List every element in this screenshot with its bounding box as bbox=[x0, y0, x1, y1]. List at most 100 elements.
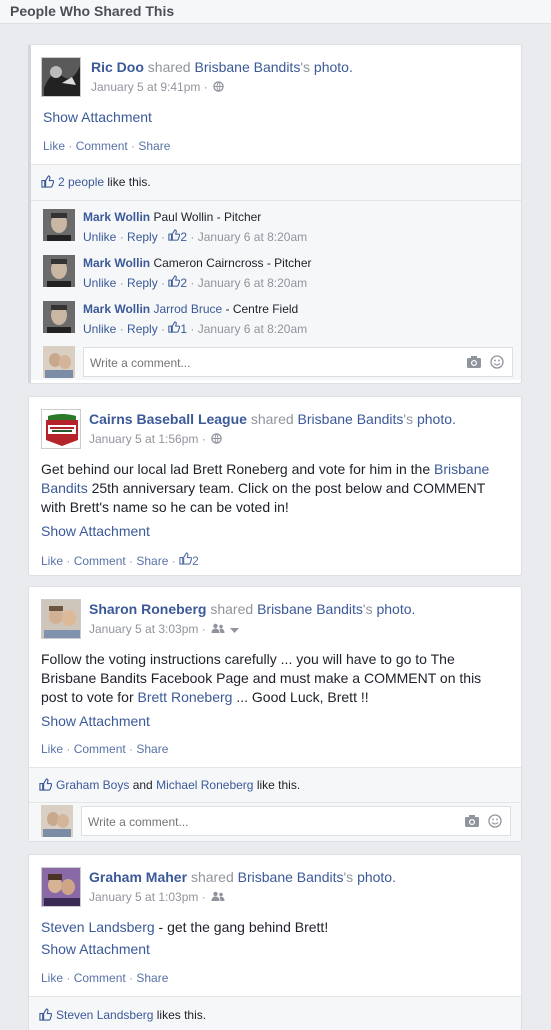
avatar[interactable] bbox=[41, 867, 81, 907]
like-button[interactable]: Like bbox=[43, 139, 65, 153]
share-button[interactable]: Share bbox=[136, 971, 168, 985]
reply-button[interactable]: Reply bbox=[127, 322, 158, 336]
comment-timestamp[interactable]: January 6 at 8:20am bbox=[198, 276, 307, 290]
avatar[interactable] bbox=[41, 599, 81, 639]
comment-likes-link[interactable]: 2 bbox=[168, 229, 187, 244]
likes-bar: Graham Boys and Michael Roneberg like th… bbox=[29, 767, 521, 841]
emoji-icon[interactable] bbox=[490, 355, 504, 372]
post-actions: Like · Comment · Share bbox=[43, 139, 171, 153]
comment-likes-count: 1 bbox=[180, 322, 188, 336]
comment-button[interactable]: Comment bbox=[76, 139, 128, 153]
author-link[interactable]: Graham Maher bbox=[89, 869, 187, 885]
avatar[interactable] bbox=[43, 301, 75, 333]
source-page-link[interactable]: Brisbane Bandits bbox=[238, 869, 344, 885]
comment-likes-link[interactable]: 2 bbox=[168, 275, 187, 290]
like-button[interactable]: Like bbox=[41, 554, 63, 568]
friends-icon[interactable] bbox=[211, 891, 225, 905]
source-page-link[interactable]: Brisbane Bandits bbox=[298, 411, 404, 427]
commenter-link[interactable]: Mark Wollin bbox=[83, 302, 150, 316]
comment-button[interactable]: Comment bbox=[74, 971, 126, 985]
comment-text: Cameron Cairncross - Pitcher bbox=[153, 256, 312, 270]
comment-composer[interactable] bbox=[81, 806, 511, 836]
author-link[interactable]: Cairns Baseball League bbox=[89, 411, 247, 427]
post-actions: Like · Comment · Share · 2 bbox=[41, 552, 199, 568]
comment-timestamp[interactable]: January 6 at 8:20am bbox=[198, 322, 307, 336]
post-text: Get behind our local lad Brett Roneberg … bbox=[41, 461, 435, 477]
like-button[interactable]: Like bbox=[41, 742, 63, 756]
comment-likes-link[interactable]: 1 bbox=[168, 321, 188, 336]
comment-input[interactable] bbox=[88, 813, 448, 831]
likes-suffix: like this. bbox=[256, 778, 301, 793]
show-attachment-link[interactable]: Show Attachment bbox=[41, 713, 150, 729]
mention-link[interactable]: Brett Roneberg bbox=[138, 689, 233, 705]
unlike-button[interactable]: Unlike bbox=[83, 322, 116, 336]
show-attachment-link[interactable]: Show Attachment bbox=[41, 523, 150, 539]
post-card: Sharon Roneberg shared Brisbane Bandits'… bbox=[28, 586, 522, 842]
globe-icon[interactable] bbox=[211, 433, 222, 447]
source-page-link[interactable]: Brisbane Bandits bbox=[257, 601, 363, 617]
avatar[interactable] bbox=[41, 409, 81, 449]
unlike-button[interactable]: Unlike bbox=[83, 276, 116, 290]
comment-item: Mark Wollin Cameron Cairncross - Pitcher… bbox=[31, 255, 521, 295]
likes-suffix: like this. bbox=[107, 175, 151, 190]
comment-actions: Unlike · Reply · 1 · January 6 at 8:20am bbox=[83, 321, 308, 336]
liker-link[interactable]: Graham Boys bbox=[56, 778, 129, 792]
avatar[interactable] bbox=[41, 57, 81, 97]
unlike-button[interactable]: Unlike bbox=[83, 230, 116, 244]
post-meta: January 5 at 1:56pm · bbox=[89, 432, 222, 447]
comment-button[interactable]: Comment bbox=[74, 554, 126, 568]
comment-composer[interactable] bbox=[83, 347, 513, 377]
camera-icon[interactable] bbox=[464, 814, 480, 831]
post-body: Steven Landsberg - get the gang behind B… bbox=[41, 918, 511, 937]
photo-link[interactable]: photo. bbox=[376, 601, 415, 617]
post-header: Graham Maher shared Brisbane Bandits's p… bbox=[89, 868, 396, 886]
share-button[interactable]: Share bbox=[138, 139, 170, 153]
photo-link[interactable]: photo. bbox=[314, 59, 353, 75]
like-button[interactable]: Like bbox=[41, 971, 63, 985]
avatar bbox=[41, 805, 73, 837]
globe-icon[interactable] bbox=[213, 81, 224, 95]
liker-link[interactable]: Steven Landsberg bbox=[56, 1008, 153, 1022]
liker-link[interactable]: Michael Roneberg bbox=[156, 778, 253, 792]
thumbs-up-icon bbox=[39, 1008, 53, 1024]
comment-timestamp[interactable]: January 6 at 8:20am bbox=[198, 230, 307, 244]
avatar bbox=[43, 346, 75, 378]
timestamp-link[interactable]: January 5 at 1:56pm bbox=[89, 432, 198, 446]
post-card: Ric Doo shared Brisbane Bandits's photo.… bbox=[28, 44, 522, 384]
emoji-icon[interactable] bbox=[488, 814, 502, 831]
comment-text: Paul Wollin - Pitcher bbox=[153, 210, 262, 224]
avatar[interactable] bbox=[43, 209, 75, 241]
timestamp-link[interactable]: January 5 at 1:03pm bbox=[89, 890, 198, 904]
likers-count-link[interactable]: 2 people bbox=[58, 175, 104, 189]
friends-icon[interactable] bbox=[211, 623, 225, 637]
author-link[interactable]: Ric Doo bbox=[91, 59, 144, 75]
post-body: Follow the voting instructions carefully… bbox=[41, 650, 511, 707]
show-attachment-link[interactable]: Show Attachment bbox=[43, 109, 152, 125]
photo-link[interactable]: photo. bbox=[357, 869, 396, 885]
mention-link[interactable]: Steven Landsberg bbox=[41, 919, 155, 935]
post-text: 25th anniversary team. Click on the post… bbox=[41, 480, 486, 515]
chevron-down-icon[interactable] bbox=[230, 623, 240, 637]
source-page-link[interactable]: Brisbane Bandits bbox=[194, 59, 300, 75]
camera-icon[interactable] bbox=[466, 355, 482, 372]
timestamp-link[interactable]: January 5 at 3:03pm bbox=[89, 622, 198, 636]
comment-input[interactable] bbox=[90, 354, 450, 372]
author-link[interactable]: Sharon Roneberg bbox=[89, 601, 206, 617]
avatar[interactable] bbox=[43, 255, 75, 287]
photo-link[interactable]: photo. bbox=[417, 411, 456, 427]
reply-button[interactable]: Reply bbox=[127, 230, 158, 244]
commenter-link[interactable]: Mark Wollin bbox=[83, 210, 150, 224]
post-text: ... Good Luck, Brett !! bbox=[232, 689, 369, 705]
reply-button[interactable]: Reply bbox=[127, 276, 158, 290]
commenter-link[interactable]: Mark Wollin bbox=[83, 256, 150, 270]
comment-actions: Unlike · Reply · 2 · January 6 at 8:20am bbox=[83, 229, 308, 244]
timestamp-link[interactable]: January 5 at 9:41pm bbox=[91, 80, 200, 94]
post-likes-link[interactable]: 2 bbox=[179, 552, 199, 568]
comment-button[interactable]: Comment bbox=[74, 742, 126, 756]
show-attachment-link[interactable]: Show Attachment bbox=[41, 941, 150, 957]
share-button[interactable]: Share bbox=[136, 554, 168, 568]
shared-verb: shared bbox=[250, 411, 294, 427]
tagged-person-link[interactable]: Jarrod Bruce bbox=[153, 302, 222, 316]
share-button[interactable]: Share bbox=[136, 742, 168, 756]
shared-verb: shared bbox=[210, 601, 254, 617]
